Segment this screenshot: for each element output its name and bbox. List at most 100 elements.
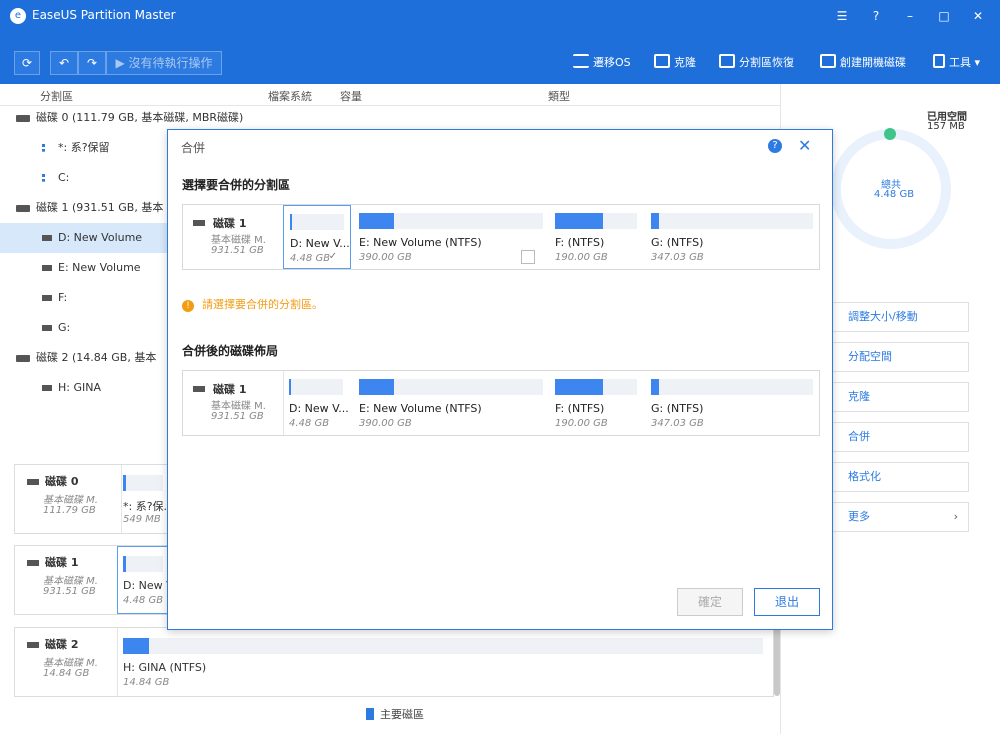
- dialog-title: 合併: [181, 141, 206, 155]
- partition-name: F: (NTFS): [555, 236, 605, 249]
- usage-ring-marker: [884, 128, 896, 140]
- primary-legend-swatch: [366, 708, 374, 720]
- clone-button[interactable]: 克隆: [654, 52, 696, 74]
- more-button[interactable]: 更多 ›: [829, 502, 969, 532]
- merge-dialog: 合併 ? ✕ 選擇要合併的分割區 磁碟 1 基本磁碟 M. 931.51 GB …: [167, 129, 833, 630]
- result-heading: 合併後的磁碟佈局: [182, 344, 279, 358]
- check-icon[interactable]: ✓: [326, 251, 340, 265]
- partition-name: G: (NTFS): [651, 236, 704, 249]
- tree-row-label: *: 系?保留: [58, 141, 110, 154]
- system-partition-icon: [42, 174, 52, 182]
- disk-icon: [27, 479, 39, 485]
- close-icon[interactable]: ✕: [798, 136, 811, 155]
- col-capacity[interactable]: 容量: [340, 88, 362, 104]
- legend-label: 主要磁區: [380, 708, 424, 721]
- partition-checkbox[interactable]: [521, 250, 535, 264]
- merge-button[interactable]: 合併: [829, 422, 969, 452]
- partition-bar: [359, 213, 543, 229]
- system-partition-icon: [42, 144, 52, 152]
- partition-icon: [42, 265, 52, 271]
- partition-recovery-icon: [719, 54, 735, 68]
- partition-size: 549 MB: [123, 514, 161, 525]
- allocate-space-button[interactable]: 分配空間: [829, 342, 969, 372]
- format-button[interactable]: 格式化: [829, 462, 969, 492]
- partition-name: E: New Volume (NTFS): [359, 402, 482, 415]
- partition-bar[interactable]: [123, 475, 163, 491]
- chevron-right-icon: ›: [953, 510, 958, 523]
- more-label: 更多: [848, 510, 870, 523]
- disk-icon: [27, 642, 39, 648]
- partition-bar: [651, 213, 813, 229]
- undo-button[interactable]: ↶: [50, 51, 78, 75]
- warning-message: ! 請選擇要合併的分割區。: [182, 296, 323, 312]
- partition-bar: [651, 379, 813, 395]
- help-icon[interactable]: ?: [864, 6, 888, 26]
- disk-name: 磁碟 1: [45, 556, 79, 569]
- col-partition[interactable]: 分割區: [40, 88, 73, 104]
- tree-row-label: D: New Volume: [58, 231, 143, 244]
- partition-icon: [42, 295, 52, 301]
- disk-icon: [16, 354, 30, 362]
- disk-name: 磁碟 0: [45, 475, 79, 488]
- help-icon[interactable]: ?: [768, 139, 782, 153]
- disk-size: 931.51 GB: [211, 411, 264, 422]
- partition-size: 347.03 GB: [651, 252, 704, 263]
- partition-name: G: (NTFS): [651, 402, 704, 415]
- partition-name: D: New V...: [289, 402, 349, 415]
- partition-bar: [290, 214, 344, 230]
- partition-recovery-button[interactable]: 分割區恢復: [719, 52, 794, 74]
- disk-icon: [193, 220, 205, 226]
- close-window-icon[interactable]: ✕: [966, 6, 990, 26]
- migrate-os-button[interactable]: 遷移OS: [573, 52, 631, 74]
- clone-partition-button[interactable]: 克隆: [829, 382, 969, 412]
- col-filesystem[interactable]: 檔案系統: [268, 88, 312, 104]
- tree-row-label: C:: [58, 171, 70, 184]
- total-value: 4.48 GB: [874, 189, 915, 200]
- ok-button[interactable]: 確定: [677, 588, 743, 616]
- disk-name: 磁碟 2: [45, 638, 79, 651]
- menu-icon[interactable]: ☰: [830, 6, 854, 26]
- tools-menu-button[interactable]: 工具 ▾: [933, 52, 980, 74]
- tree-row-label: G:: [58, 321, 71, 334]
- partition-bar[interactable]: [123, 638, 763, 654]
- disk-size: 931.51 GB: [211, 245, 264, 256]
- disk-type: 基本磁碟 M.: [43, 658, 98, 669]
- maximize-icon[interactable]: □: [932, 6, 956, 26]
- resize-move-button[interactable]: 調整大小/移動: [829, 302, 969, 332]
- partition-cell-g[interactable]: G: (NTFS) 347.03 GB: [645, 205, 821, 269]
- col-type[interactable]: 類型: [548, 88, 570, 104]
- partition-size: 390.00 GB: [359, 418, 412, 429]
- disk-icon: [16, 114, 30, 122]
- select-disk-strip: 磁碟 1 基本磁碟 M. 931.51 GB D: New V... 4.48 …: [182, 204, 820, 270]
- tree-row-label: 磁碟 0 (111.79 GB, 基本磁碟, MBR磁碟): [36, 111, 244, 124]
- refresh-button[interactable]: ⟳: [14, 51, 40, 75]
- disk-icon: [193, 386, 205, 392]
- tree-row-label: H: GINA: [58, 381, 101, 394]
- wrench-icon: [933, 54, 945, 68]
- disk-label: 磁碟 1: [213, 383, 247, 396]
- tree-row-label: 磁碟 1 (931.51 GB, 基本: [36, 201, 164, 214]
- partition-cell-d[interactable]: D: New V... 4.48 GB ✓: [283, 205, 351, 269]
- exit-button[interactable]: 退出: [754, 588, 820, 616]
- disk-type: 基本磁碟 M.: [43, 495, 98, 506]
- partition-bar[interactable]: [123, 556, 163, 572]
- partition-cell-f[interactable]: F: (NTFS) 190.00 GB: [549, 205, 641, 269]
- partition-size: 4.48 GB: [123, 595, 164, 606]
- minimize-icon[interactable]: –: [898, 6, 922, 26]
- divider: [121, 465, 122, 533]
- apply-pending-button[interactable]: ▶ 沒有待執行操作: [106, 51, 222, 75]
- redo-button[interactable]: ↷: [78, 51, 106, 75]
- partition-size: 190.00 GB: [555, 252, 608, 263]
- partition-name: H: GINA (NTFS): [123, 661, 207, 674]
- partition-size: 390.00 GB: [359, 252, 412, 263]
- partition-cell-e[interactable]: E: New Volume (NTFS) 390.00 GB: [353, 205, 545, 269]
- partition-size: 4.48 GB: [290, 253, 331, 264]
- partition-icon: [42, 385, 52, 391]
- result-partition-g: G: (NTFS) 347.03 GB: [645, 371, 821, 435]
- bootable-disk-button[interactable]: 創建開機磁碟: [820, 52, 906, 74]
- disk-card-2[interactable]: 磁碟 2 基本磁碟 M. 14.84 GB H: GINA (NTFS) 14.…: [14, 627, 774, 697]
- partition-icon: [42, 325, 52, 331]
- partition-size: 347.03 GB: [651, 418, 704, 429]
- partition-bar: [359, 379, 543, 395]
- partition-bar: [555, 379, 637, 395]
